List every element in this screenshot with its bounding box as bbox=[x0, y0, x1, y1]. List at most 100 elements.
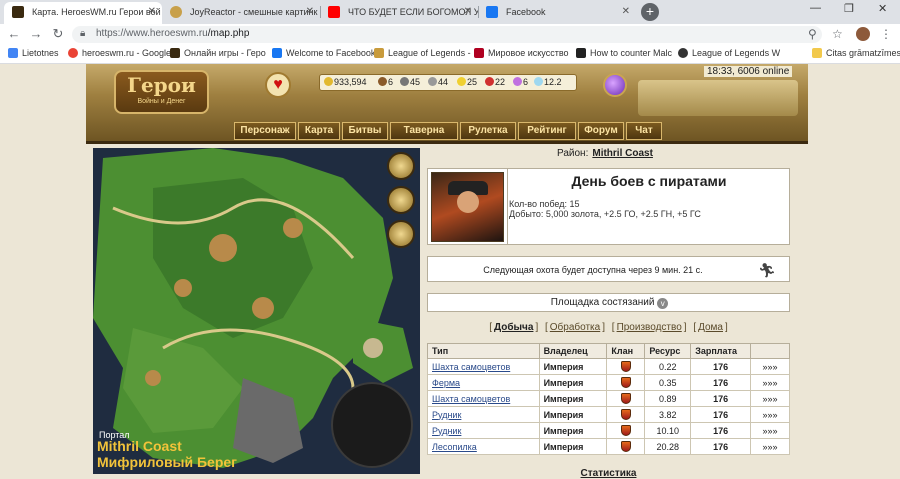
menu-tavern[interactable]: Таверна bbox=[390, 122, 458, 140]
close-tab-icon[interactable]: ✕ bbox=[148, 2, 156, 22]
district-info: Район: Mithril Coast bbox=[557, 148, 653, 159]
forward-icon[interactable]: → bbox=[28, 26, 44, 42]
filter-extraction[interactable]: Добыча bbox=[494, 322, 533, 333]
menu-map[interactable]: Карта bbox=[298, 122, 340, 140]
menu-rating[interactable]: Рейтинг bbox=[518, 122, 576, 140]
google-icon bbox=[68, 48, 78, 58]
mercury-resource: 44 bbox=[428, 77, 448, 87]
close-tab-icon[interactable]: ✕ bbox=[464, 2, 472, 22]
tab-joyreactor[interactable]: JoyReactor - смешные картинк ✕ bbox=[162, 2, 320, 24]
bookmark-google[interactable]: heroeswm.ru - Google bbox=[68, 48, 171, 58]
gems-resource: 6 bbox=[513, 77, 528, 87]
reload-icon[interactable]: ↻ bbox=[50, 26, 66, 42]
tab-heroeswm[interactable]: Карта. HeroesWM.ru Герои вой ✕ bbox=[4, 2, 162, 24]
building-link[interactable]: Рудник bbox=[432, 426, 461, 436]
clan-shield-icon[interactable] bbox=[620, 393, 631, 404]
map-shield-button[interactable] bbox=[387, 152, 415, 180]
menu-roulette[interactable]: Рулетка bbox=[460, 122, 516, 140]
building-link[interactable]: Лесопилка bbox=[432, 442, 477, 452]
wood-icon bbox=[378, 77, 387, 86]
clan-shield-icon[interactable] bbox=[620, 425, 631, 436]
new-tab-button[interactable]: + bbox=[641, 3, 659, 21]
menu-dots-icon[interactable]: ⋮ bbox=[880, 27, 892, 41]
health-heart-icon[interactable]: ♥ bbox=[265, 72, 291, 98]
bookmark-lol-wiki[interactable]: League of Legends W bbox=[678, 48, 780, 58]
arena-panel[interactable]: Площадка состязаний v bbox=[427, 293, 790, 312]
col-clan: Клан bbox=[606, 343, 646, 359]
menu-chat[interactable]: Чат bbox=[626, 122, 662, 140]
profile-avatar[interactable] bbox=[856, 27, 870, 41]
address-bar[interactable]: 🔒︎ https://www.heroeswm.ru/map.php bbox=[72, 26, 822, 43]
bookmark-counter[interactable]: How to counter Malc bbox=[576, 48, 672, 58]
menu-character[interactable]: Персонаж bbox=[234, 122, 296, 140]
running-hunter-icon[interactable]: 🏃︎ bbox=[758, 262, 776, 279]
gold-icon bbox=[324, 77, 333, 86]
buildings-table: Тип Владелец Клан Ресурс Зарплата Шахта … bbox=[427, 343, 790, 455]
resource-cell: 0.35 bbox=[644, 374, 692, 391]
lock-icon: 🔒︎ bbox=[80, 28, 86, 39]
world-map[interactable]: Портал Mithril Coast Мифриловый Берег bbox=[93, 148, 420, 474]
map-compass[interactable] bbox=[331, 382, 413, 468]
map-hunter-button[interactable] bbox=[387, 186, 415, 214]
enter-building-link[interactable]: »»» bbox=[750, 422, 790, 439]
minimize-icon[interactable]: — bbox=[810, 2, 821, 14]
owner-cell: Империя bbox=[538, 422, 608, 439]
arena-toggle[interactable]: Площадка состязаний v bbox=[428, 297, 791, 309]
star-icon[interactable]: ☆ bbox=[832, 27, 843, 41]
resource-cell: 3.82 bbox=[644, 406, 692, 423]
tab-title: Facebook bbox=[506, 7, 546, 17]
clan-shield-icon[interactable] bbox=[620, 361, 631, 372]
clan-shield-icon[interactable] bbox=[620, 441, 631, 452]
menu-forum[interactable]: Форум bbox=[578, 122, 624, 140]
bookmark-other[interactable]: Citas grāmatzīmes bbox=[812, 48, 900, 58]
enter-building-link[interactable]: »»» bbox=[750, 390, 790, 407]
heroes-favicon-icon bbox=[12, 6, 24, 18]
close-tab-icon[interactable]: ✕ bbox=[306, 2, 314, 22]
wage-cell: 176 bbox=[690, 374, 752, 391]
statistics-link[interactable]: Статистика bbox=[427, 468, 790, 479]
sulfur-resource: 25 bbox=[457, 77, 477, 87]
resource-cell: 0.89 bbox=[644, 390, 692, 407]
wage-cell: 176 bbox=[690, 422, 752, 439]
enter-building-link[interactable]: »»» bbox=[750, 358, 790, 375]
mercury-icon bbox=[428, 77, 437, 86]
tab-facebook[interactable]: Facebook ✕ bbox=[478, 2, 636, 24]
mana-orb-icon[interactable] bbox=[603, 73, 627, 97]
maximize-icon[interactable]: ❐ bbox=[844, 2, 854, 15]
window-close-icon[interactable]: ✕ bbox=[878, 2, 887, 15]
filter-production[interactable]: Производство bbox=[617, 322, 682, 333]
gold-resource: 933,594 bbox=[324, 77, 367, 87]
game-logo[interactable]: Герои Войны и Денег bbox=[114, 70, 209, 114]
building-link[interactable]: Шахта самоцветов bbox=[432, 362, 510, 372]
building-link[interactable]: Ферма bbox=[432, 378, 460, 388]
filter-houses[interactable]: Дома bbox=[698, 322, 723, 333]
enter-building-link[interactable]: »»» bbox=[750, 406, 790, 423]
owner-cell: Империя bbox=[538, 406, 608, 423]
zoom-icon[interactable]: ⚲ bbox=[808, 27, 817, 41]
bookmark-facebook[interactable]: Welcome to Facebook bbox=[272, 48, 375, 58]
facebook-favicon-icon bbox=[486, 6, 498, 18]
filter-processing[interactable]: Обработка bbox=[550, 322, 600, 333]
enter-building-link[interactable]: »»» bbox=[750, 374, 790, 391]
enter-building-link[interactable]: »»» bbox=[750, 438, 790, 455]
bookmark-lol[interactable]: League of Legends - bbox=[374, 48, 471, 58]
bookmark-art[interactable]: Мировое искусство bbox=[474, 48, 569, 58]
close-tab-icon[interactable]: ✕ bbox=[622, 2, 630, 22]
clan-shield-icon[interactable] bbox=[620, 377, 631, 388]
district-link[interactable]: Mithril Coast bbox=[592, 148, 653, 159]
back-icon[interactable]: ← bbox=[6, 26, 22, 42]
clan-shield-icon[interactable] bbox=[620, 409, 631, 420]
hunt-panel: Следующая охота будет доступна через 9 м… bbox=[427, 256, 790, 282]
event-wins: Кол-во побед: 15 bbox=[509, 199, 580, 209]
region-name-en: Mithril Coast bbox=[97, 438, 182, 454]
menu-battles[interactable]: Битвы bbox=[342, 122, 388, 140]
building-link[interactable]: Шахта самоцветов bbox=[432, 394, 510, 404]
bookmark-online-games[interactable]: Онлайн игры - Геро bbox=[170, 48, 266, 58]
building-link[interactable]: Рудник bbox=[432, 410, 461, 420]
lol-icon bbox=[374, 48, 384, 58]
server-time: 18:33, 6006 online bbox=[704, 66, 793, 77]
facebook-icon bbox=[272, 48, 282, 58]
tab-youtube[interactable]: ЧТО БУДЕТ ЕСЛИ БОГОМОЛ УБ ✕ bbox=[320, 2, 478, 24]
map-tools-button[interactable] bbox=[387, 220, 415, 248]
bookmark-apps[interactable]: Lietotnes bbox=[8, 48, 59, 58]
